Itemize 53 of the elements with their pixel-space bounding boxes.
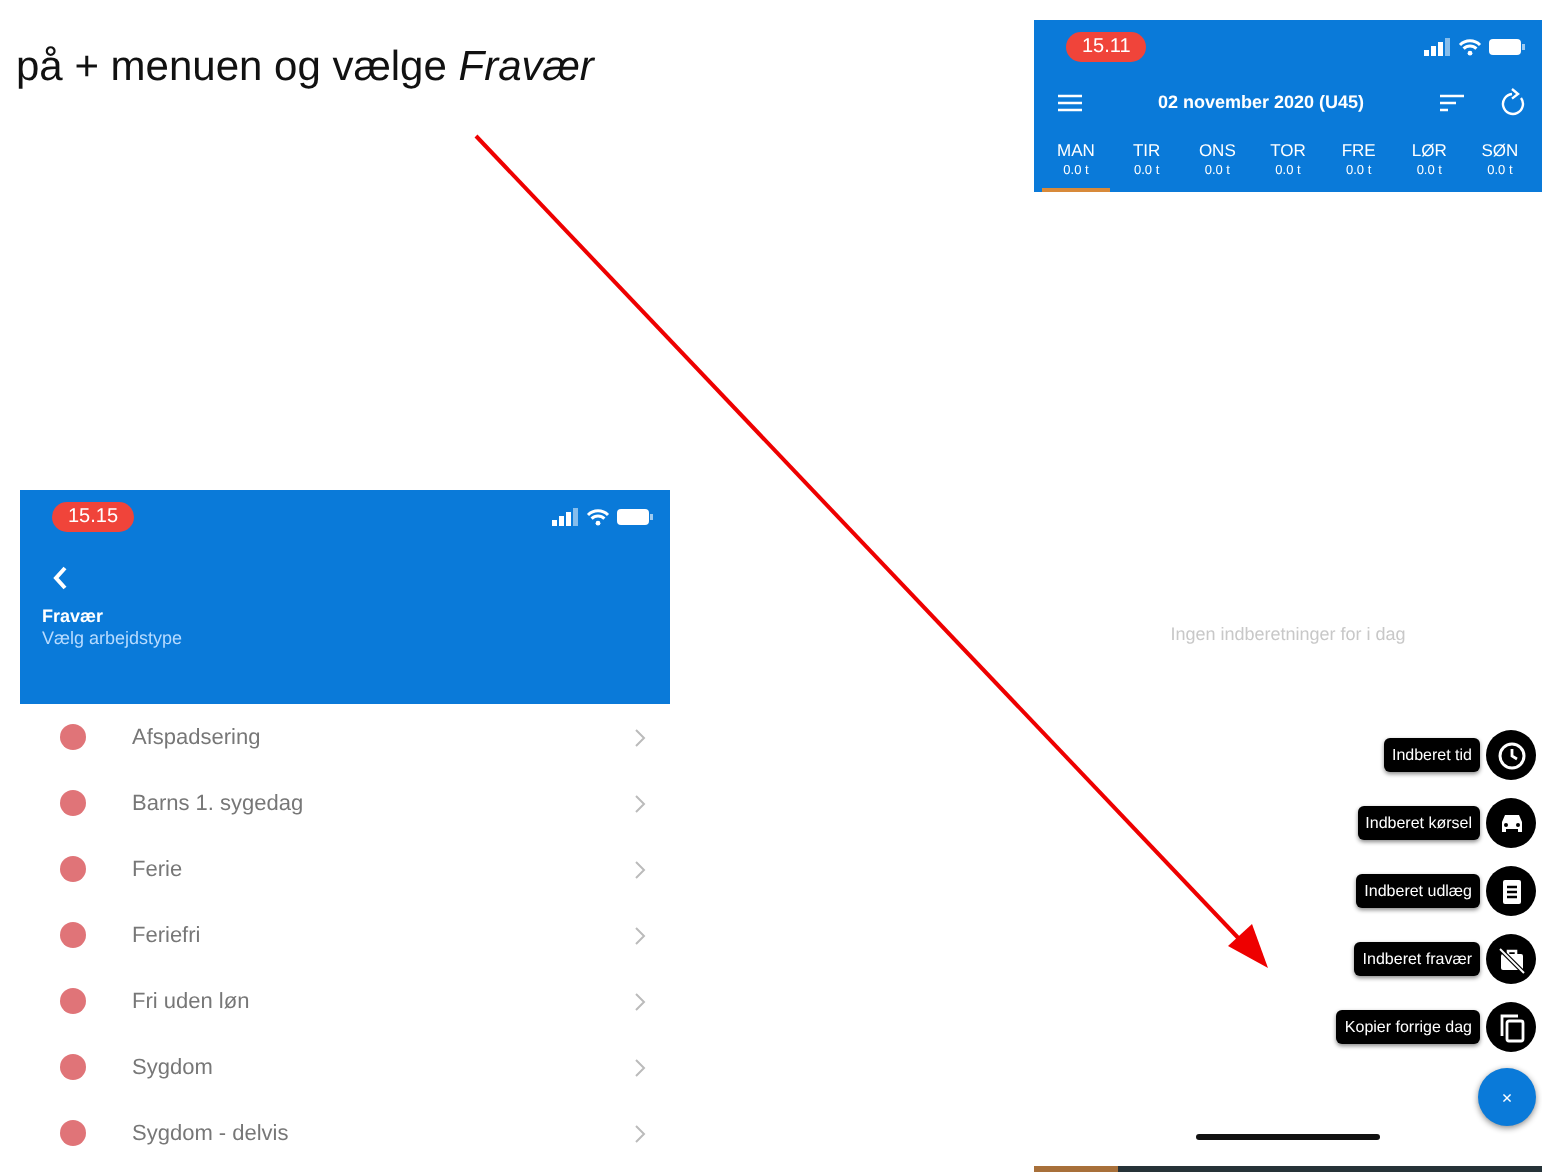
dot-icon (60, 922, 86, 948)
dot-icon (60, 1054, 86, 1080)
dot-icon (60, 988, 86, 1014)
signal-icon (552, 507, 580, 525)
list-item[interactable]: Feriefri (20, 902, 670, 968)
action-label[interactable]: Kopier forrige dag (1336, 1010, 1480, 1044)
list-item[interactable]: Afspadsering (20, 704, 670, 770)
menu-icon[interactable] (1058, 93, 1082, 111)
status-time: 15.11 (1066, 31, 1147, 61)
wifi-icon (586, 507, 610, 525)
clock-icon (1497, 741, 1525, 769)
sort-icon[interactable] (1440, 93, 1464, 111)
document-icon (1502, 879, 1520, 903)
chevron-icon (634, 1123, 646, 1143)
battery-icon (1488, 37, 1526, 55)
close-button[interactable]: × (1478, 1068, 1536, 1126)
action-button[interactable] (1486, 1002, 1536, 1052)
action-button[interactable] (1486, 798, 1536, 848)
screen-subtitle: Vælg arbejdstype (42, 628, 185, 648)
copy-icon (1499, 1013, 1524, 1042)
refresh-icon[interactable] (1500, 88, 1526, 116)
crossed-briefcase-icon (1497, 946, 1525, 974)
action-button[interactable] (1486, 934, 1536, 984)
date-title: 02 november 2020 (U45) (1157, 92, 1365, 112)
battery-icon (616, 507, 654, 525)
dot-icon (60, 1120, 86, 1146)
action-label[interactable]: Indberet kørsel (1357, 806, 1480, 840)
chevron-icon (634, 727, 646, 747)
chevron-icon (634, 925, 646, 945)
list-item[interactable]: Barns 1. sygedag (20, 770, 670, 836)
action-label[interactable]: Indberet udlæg (1356, 874, 1480, 908)
list-item[interactable]: Sygdom (20, 1034, 670, 1100)
chevron-icon (634, 793, 646, 813)
back-icon[interactable] (52, 566, 68, 590)
list-item[interactable]: Sygdom - delvis (20, 1100, 670, 1166)
instruction-text: på + menuen og vælge Fravær (16, 44, 594, 92)
status-time: 15.15 (52, 501, 135, 531)
action-label[interactable]: Indberet fravær (1354, 942, 1480, 976)
action-button[interactable] (1486, 730, 1536, 780)
signal-icon (1424, 37, 1452, 55)
dot-icon (60, 790, 86, 816)
list-item[interactable]: Fri uden løn (20, 968, 670, 1034)
dot-icon (60, 856, 86, 882)
chevron-icon (634, 1057, 646, 1077)
action-button[interactable] (1486, 866, 1536, 916)
action-label[interactable]: Indberet tid (1383, 738, 1480, 772)
car-icon (1501, 814, 1521, 831)
chevron-icon (634, 859, 646, 879)
dot-icon (60, 724, 86, 750)
chevron-icon (634, 991, 646, 1011)
list-item[interactable]: Ferie (20, 836, 670, 902)
screen-title: Fravær (42, 606, 106, 626)
wifi-icon (1458, 37, 1482, 55)
